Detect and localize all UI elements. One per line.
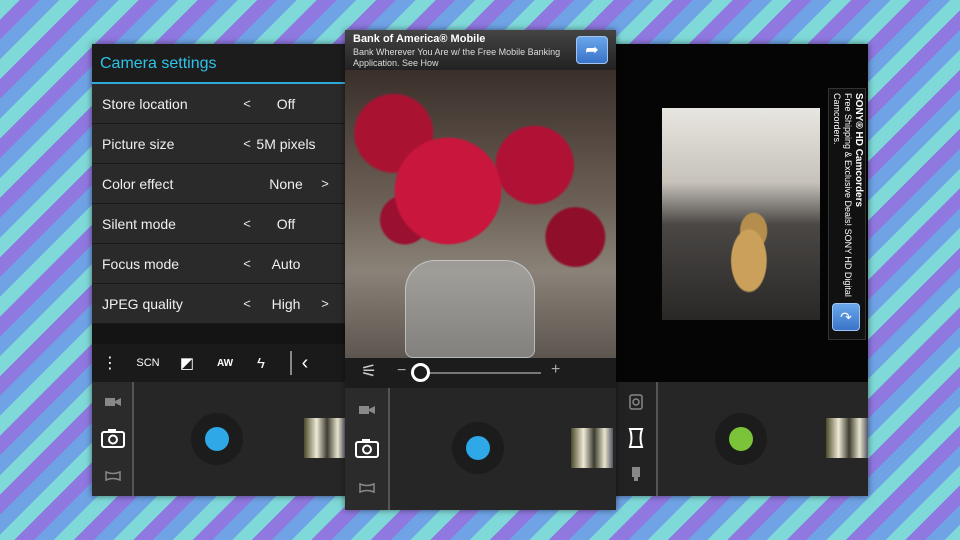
side-ad-title: SONY® HD Camcorders [853,93,864,208]
center-phone-screen: Bank of America® Mobile Bank Wherever Yo… [345,30,616,510]
camera-viewfinder[interactable] [345,70,616,358]
zoom-out-icon[interactable]: − [397,362,406,380]
setting-jpeg-quality[interactable]: JPEG quality < High > [92,284,360,324]
shutter-dot [466,436,490,460]
setting-value: 5M pixels [256,135,316,152]
capture-panel [92,382,360,496]
photo-mode-icon[interactable] [631,466,641,482]
setting-value: Off [276,95,296,112]
setting-value: High [271,295,301,312]
video-mode-icon[interactable] [359,404,375,416]
side-ad-content: SONY® HD Camcorders Free Shipping & Excl… [832,93,864,337]
toolbar-divider [290,351,292,375]
shutter-dot [205,427,229,451]
camera-toolbar: ⋮ SCN ◩ AW ϟ ‹ [92,344,360,382]
zoom-slider-thumb[interactable] [411,363,430,382]
setting-store-location[interactable]: Store location < Off [92,84,360,124]
right-phone-screen: SONY® HD Camcorders Free Shipping & Excl… [600,44,868,496]
setting-focus-mode[interactable]: Focus mode < Auto [92,244,360,284]
capture-panel [600,382,868,496]
ad-banner[interactable]: Bank of America® Mobile Bank Wherever Yo… [345,30,616,70]
arrow-left-icon[interactable]: < [240,256,254,271]
setting-value: Auto [271,255,301,272]
exposure-icon[interactable]: ◩ [168,354,206,372]
settings-list: Store location < Off Picture size < 5M p… [92,84,360,324]
setting-silent-mode[interactable]: Silent mode < Off [92,204,360,244]
gallery-thumbnail[interactable] [826,418,868,458]
flash-icon[interactable]: ϟ [244,355,278,372]
video-mode-icon[interactable] [105,396,121,408]
video-mode-icon[interactable] [629,394,643,410]
side-ad-text: Free Shipping & Exclusive Deals! SONY HD… [832,93,853,297]
chevron-left-icon[interactable]: ‹ [298,352,312,375]
setting-color-effect[interactable]: Color effect None > [92,164,360,204]
setting-value: Off [276,215,296,232]
side-ad-banner[interactable]: SONY® HD Camcorders Free Shipping & Excl… [828,88,866,340]
left-phone-screen: Camera settings Store location < Off Pic… [92,44,360,496]
ad-share-arrow-icon[interactable]: ↷ [832,303,860,331]
zoom-bar: ⚟ − + [345,358,616,388]
arrow-left-icon[interactable]: < [240,296,254,311]
scene-mode-button[interactable]: SCN [128,357,168,369]
gallery-thumbnail[interactable] [304,418,346,458]
ad-text: Bank Wherever You Are w/ the Free Mobile… [353,47,561,68]
arrow-right-icon[interactable]: > [318,296,332,311]
shutter-button[interactable] [191,413,243,465]
arrow-right-icon[interactable]: > [318,176,332,191]
shutter-button[interactable] [715,413,767,465]
capture-panel [345,388,616,510]
shutter-button[interactable] [452,422,504,474]
zoom-in-icon[interactable]: + [551,361,560,379]
overflow-menu-icon[interactable]: ⋮ [92,353,128,373]
settings-sliders-icon[interactable]: ⚟ [361,361,377,382]
mode-selector [345,388,390,510]
setting-value: None [269,175,303,192]
photo-mode-icon[interactable] [101,428,125,448]
arrow-left-icon[interactable]: < [240,216,254,231]
mode-selector [92,382,134,496]
camera-settings-title: Camera settings [92,44,360,84]
panorama-mode-icon[interactable] [359,482,375,494]
setting-picture-size[interactable]: Picture size < 5M pixels [92,124,360,164]
gallery-thumbnail[interactable] [571,428,613,468]
arrow-left-icon[interactable]: < [240,96,254,111]
arrow-left-icon[interactable]: < [240,136,254,151]
zoom-slider-track[interactable] [411,372,541,374]
panorama-mode-icon[interactable] [628,428,644,448]
photo-mode-icon[interactable] [355,438,379,458]
shutter-dot [729,427,753,451]
panorama-mode-icon[interactable] [105,470,121,482]
ad-share-arrow-icon[interactable]: ➦ [576,36,608,64]
camera-viewfinder[interactable] [662,108,820,320]
white-balance-button[interactable]: AW [206,358,244,369]
vase-image [405,260,535,358]
ad-title: Bank of America® Mobile [353,33,486,45]
